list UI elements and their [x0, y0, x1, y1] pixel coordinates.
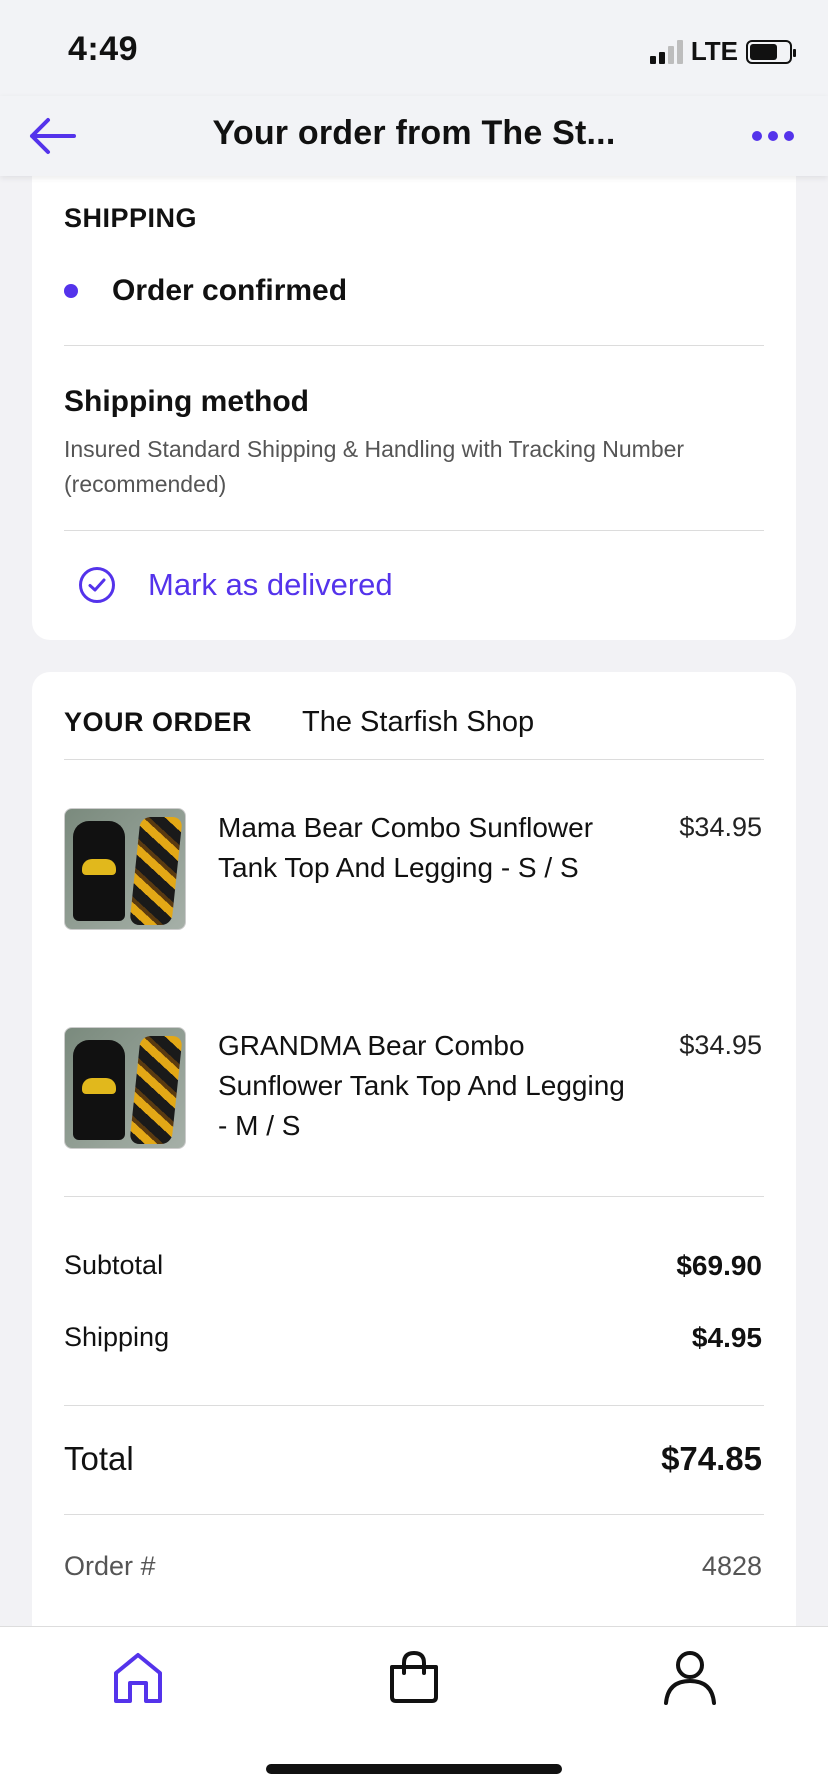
shipping-method-description: Insured Standard Shipping & Handling wit… — [64, 436, 685, 497]
status-indicators: LTE — [649, 36, 796, 67]
more-horizontal-icon — [752, 131, 762, 141]
product-image[interactable] — [64, 808, 186, 930]
order-number-value: 4828 — [701, 1551, 762, 1581]
product-name[interactable]: Mama Bear Combo Sunflower Tank Top And L… — [218, 808, 638, 888]
profile-icon — [664, 1651, 716, 1705]
product-name[interactable]: GRANDMA Bear Combo Sunflower Tank Top An… — [218, 1026, 638, 1146]
order-status: Order confirmed — [112, 274, 348, 307]
page-title: Your order from The St... — [212, 114, 616, 152]
check-circle-icon — [79, 567, 115, 603]
order-number-label: Order # — [64, 1551, 156, 1581]
shopping-bag-icon — [390, 1650, 438, 1703]
tab-home[interactable] — [108, 1647, 168, 1707]
battery-icon — [746, 39, 796, 64]
product-price: $34.95 — [679, 1030, 762, 1060]
divider — [64, 345, 764, 346]
status-dot-icon — [64, 284, 78, 298]
product-price: $34.95 — [679, 812, 762, 842]
mark-delivered-label: Mark as delivered — [148, 567, 393, 602]
status-bar: 4:49 LTE — [0, 0, 828, 96]
subtotal-value: $69.90 — [676, 1250, 762, 1281]
mark-delivered-button[interactable]: Mark as delivered — [78, 566, 393, 604]
shipping-label: Shipping — [64, 1322, 170, 1352]
network-label: LTE — [690, 36, 738, 66]
home-indicator[interactable] — [266, 1764, 562, 1774]
divider — [64, 1405, 764, 1406]
divider — [64, 1514, 764, 1515]
shop-name[interactable]: The Starfish Shop — [302, 706, 534, 739]
shipping-heading: SHIPPING — [64, 203, 198, 233]
shipping-value: $4.95 — [691, 1322, 762, 1353]
total-value: $74.85 — [661, 1440, 762, 1477]
divider — [64, 1196, 764, 1197]
product-image[interactable] — [64, 1027, 186, 1149]
more-button[interactable] — [752, 122, 798, 150]
order-heading-row: YOUR ORDER The Starfish Shop — [64, 706, 534, 739]
signal-icon — [649, 39, 683, 64]
total-label: Total — [64, 1440, 134, 1477]
order-heading: YOUR ORDER — [64, 707, 253, 737]
shipping-method-title: Shipping method — [64, 385, 309, 418]
order-status-row: Order confirmed — [64, 274, 347, 308]
tab-profile[interactable] — [660, 1647, 720, 1707]
nav-bar: Your order from The St... — [0, 96, 828, 176]
subtotal-label: Subtotal — [64, 1250, 164, 1280]
divider — [64, 759, 764, 760]
tab-bag[interactable] — [384, 1647, 444, 1707]
status-time: 4:49 — [68, 30, 139, 68]
divider — [64, 530, 764, 531]
home-icon — [114, 1653, 162, 1703]
